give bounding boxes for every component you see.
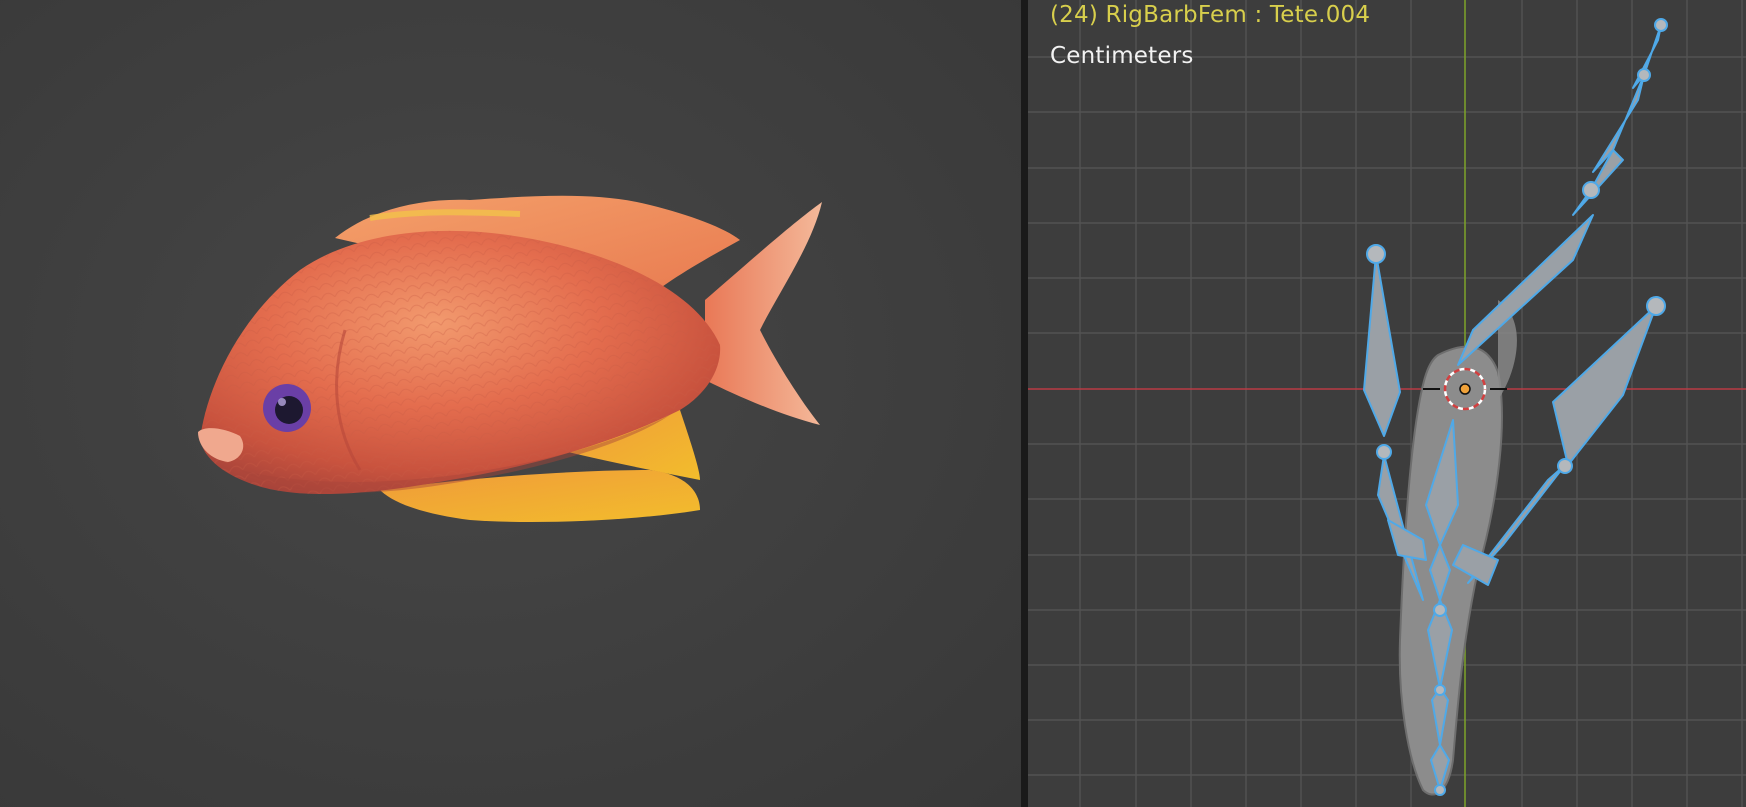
material-preview-viewport[interactable] xyxy=(0,0,1021,807)
bone-dorsal-1 xyxy=(1457,214,1594,366)
bone-fin-left-upper xyxy=(1363,253,1401,437)
pose-mode-viewport[interactable]: (24) RigBarbFem : Tete.004 Centimeters xyxy=(1028,0,1746,807)
active-object-info: (24) RigBarbFem : Tete.004 xyxy=(1050,2,1371,28)
bone-dorsal-2 xyxy=(1572,149,1624,216)
viewport-scene xyxy=(1028,0,1746,807)
blender-workspace: (24) RigBarbFem : Tete.004 Centimeters xyxy=(0,0,1746,807)
unit-system-label: Centimeters xyxy=(1050,43,1194,69)
viewport-divider[interactable] xyxy=(1021,0,1028,807)
fish-render xyxy=(198,195,822,522)
bone-fin-right-upper xyxy=(1552,305,1657,466)
